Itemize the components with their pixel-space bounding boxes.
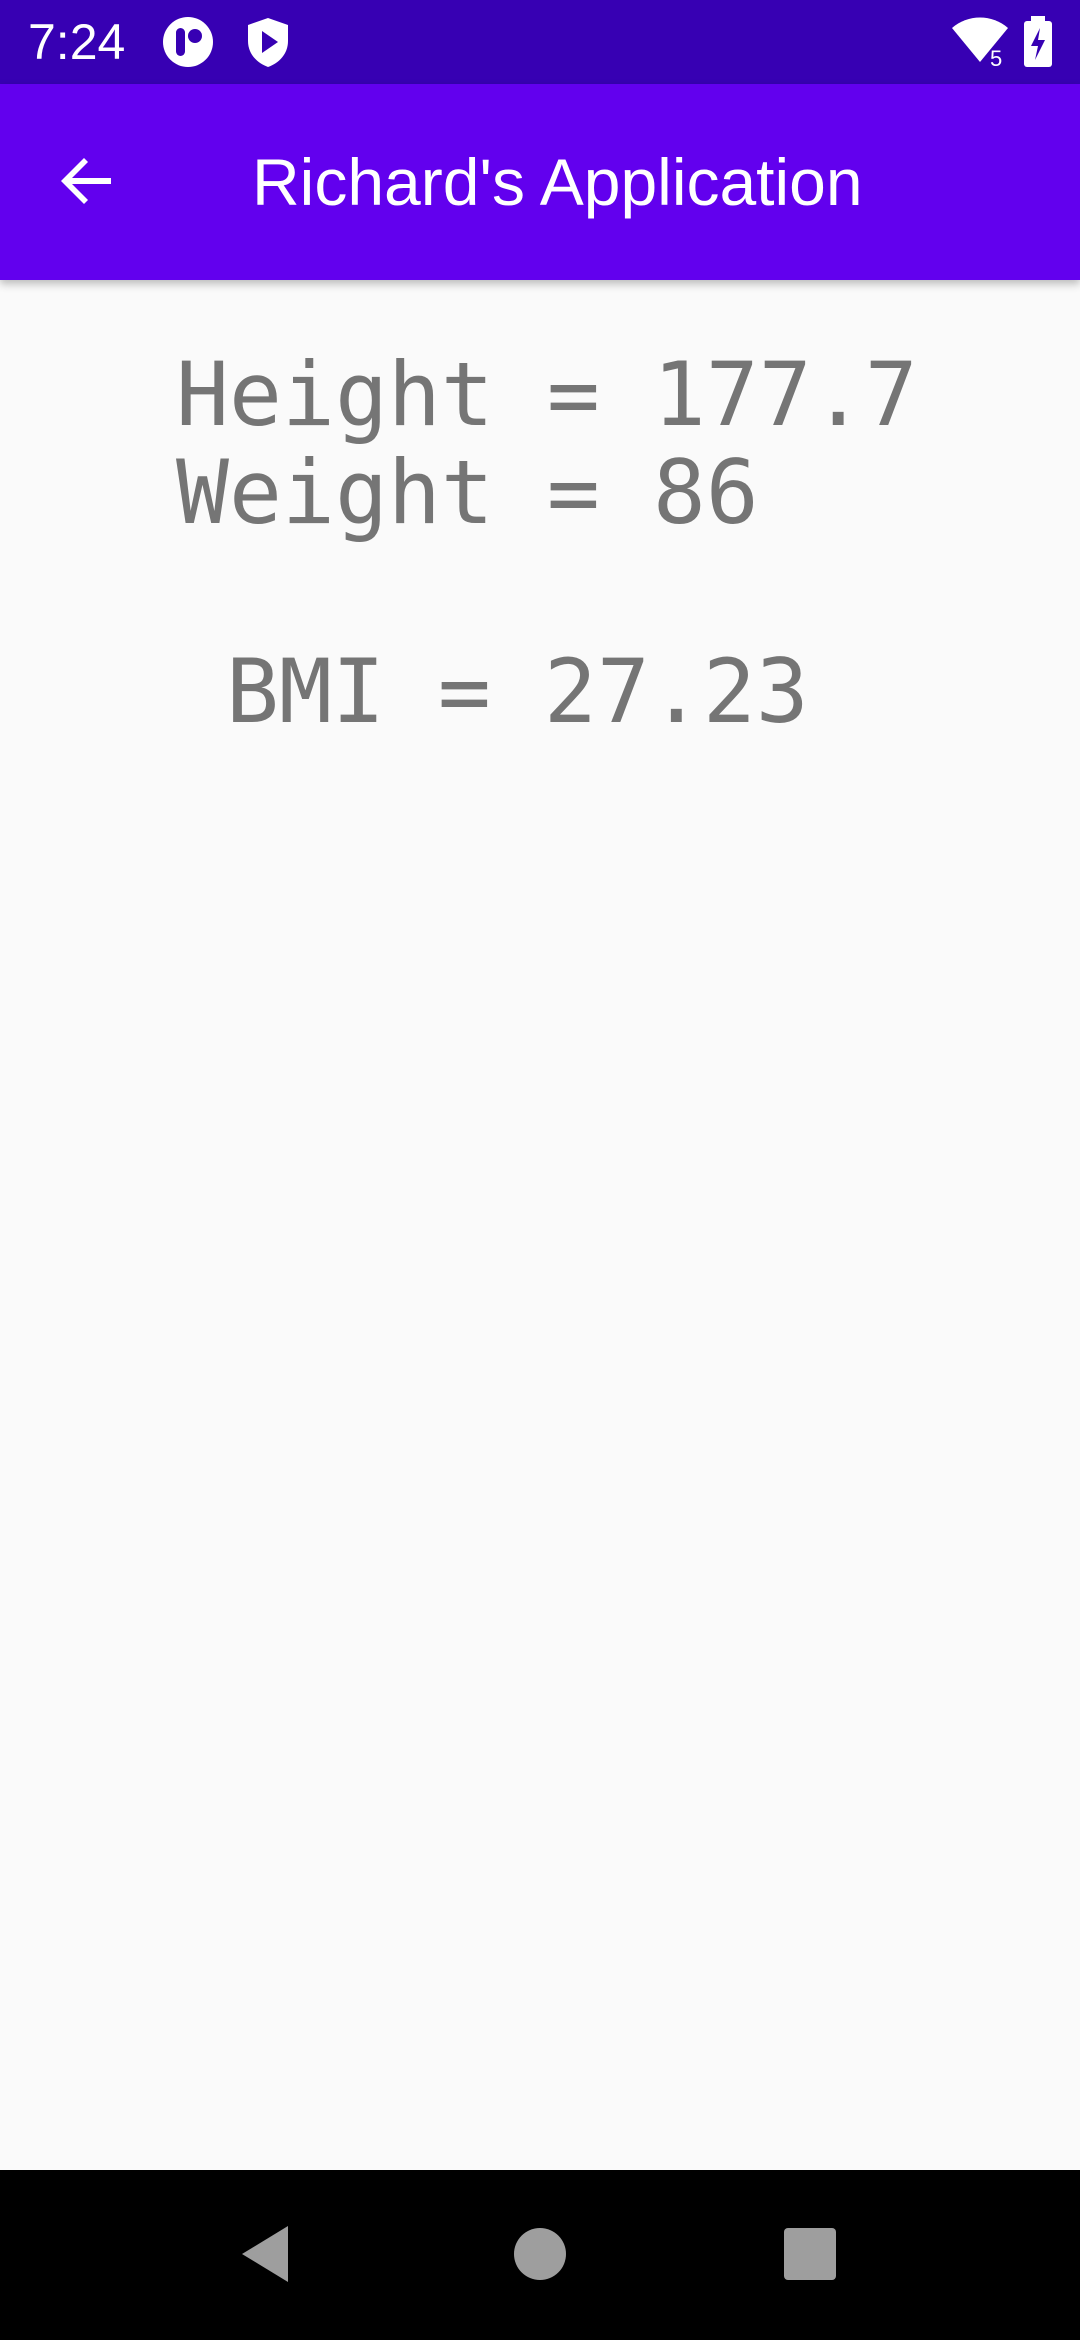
- arrow-back-icon: [55, 149, 119, 218]
- status-time: 7:24: [28, 14, 126, 70]
- shield-play-icon: [240, 14, 296, 70]
- nav-back-button[interactable]: [226, 2216, 306, 2296]
- back-triangle-icon: [236, 2224, 296, 2289]
- home-circle-icon: [510, 2224, 570, 2289]
- recents-square-icon: [780, 2224, 840, 2289]
- screen: 7:24 5 Richard's Application Height = 17…: [0, 0, 1080, 2340]
- nav-recents-button[interactable]: [770, 2216, 850, 2296]
- notification-circle-icon: [160, 14, 216, 70]
- back-button[interactable]: [42, 138, 132, 228]
- app-title: Richard's Application: [252, 145, 863, 219]
- wifi-badge: 5: [990, 46, 1002, 70]
- status-bar: 7:24 5: [0, 0, 1080, 84]
- wifi-5-icon: 5: [950, 14, 1010, 71]
- battery-charging-icon: [1020, 14, 1056, 70]
- navigation-bar: [0, 2170, 1080, 2340]
- content-area: Height = 177.7 Weight = 86 BMI = 27.23: [0, 280, 1080, 2170]
- height-value: Height = 177.7: [176, 343, 918, 446]
- app-bar: Richard's Application: [0, 84, 1080, 280]
- weight-value: Weight = 86: [176, 441, 759, 544]
- bmi-value: BMI = 27.23: [226, 640, 809, 743]
- nav-home-button[interactable]: [500, 2216, 580, 2296]
